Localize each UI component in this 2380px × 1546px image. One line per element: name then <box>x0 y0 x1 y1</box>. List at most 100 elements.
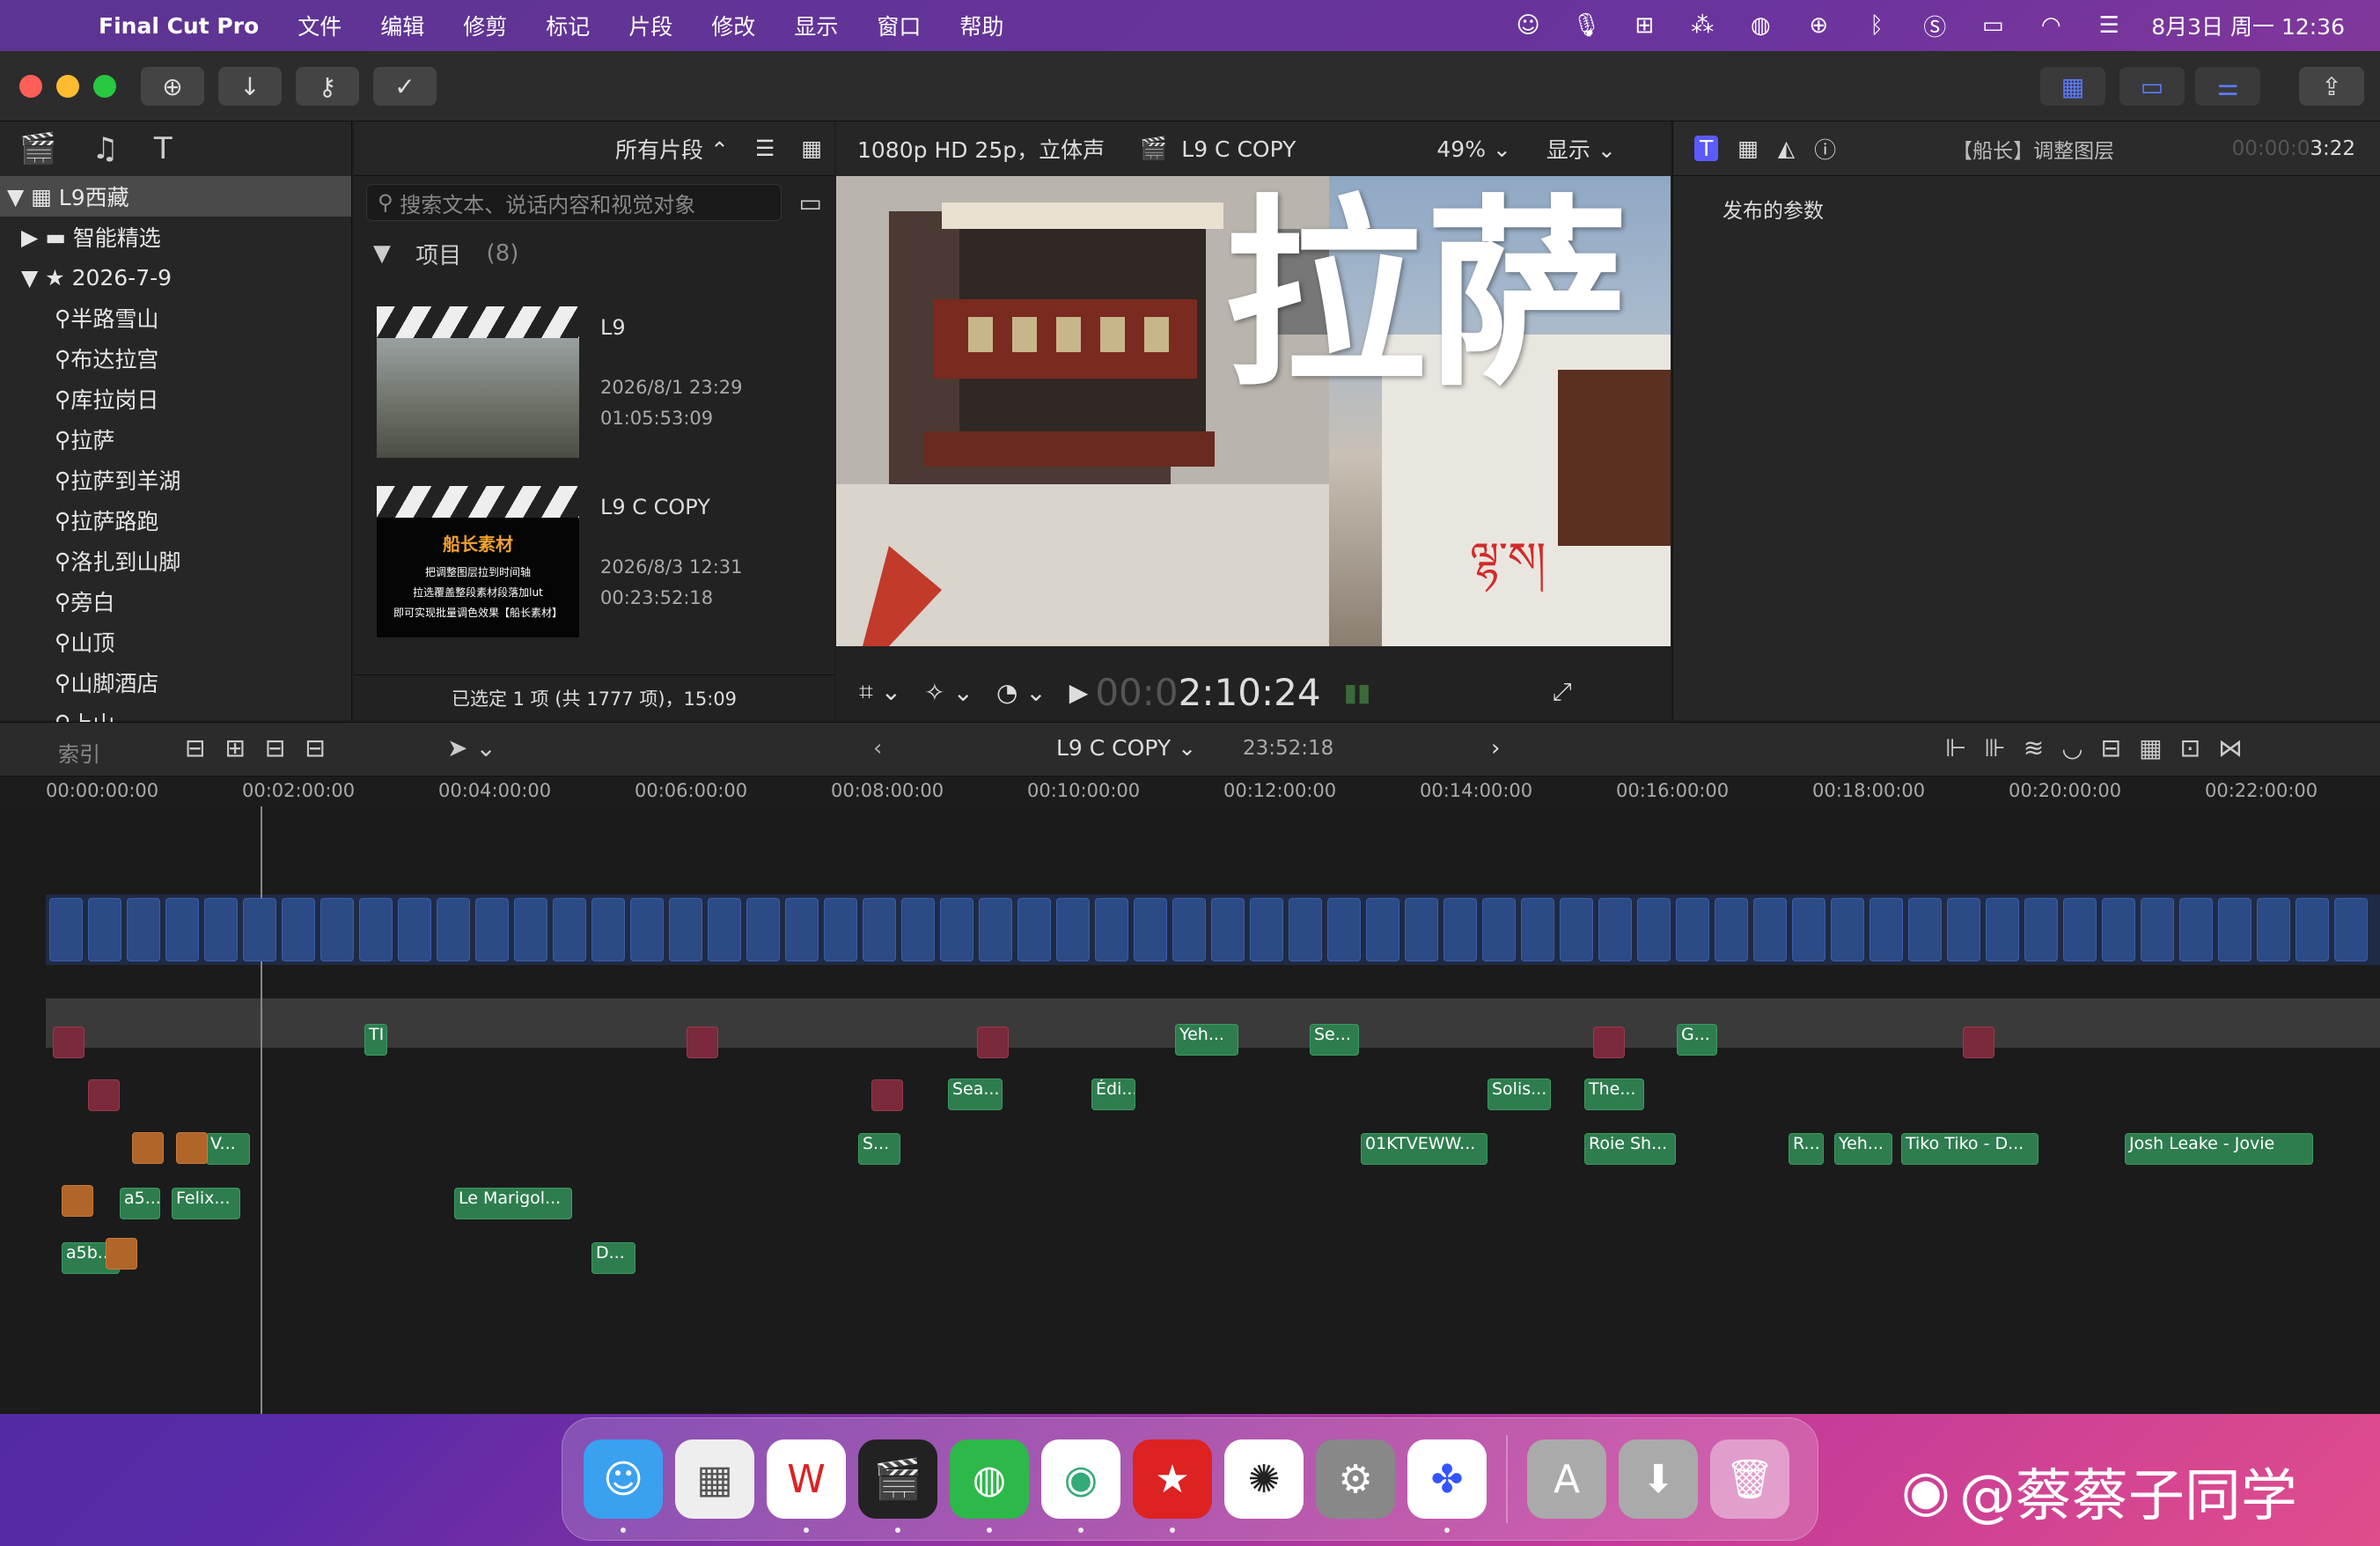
wechat-dock-icon[interactable]: ◍ <box>950 1439 1029 1533</box>
video-clip[interactable] <box>1327 898 1361 961</box>
video-clip[interactable] <box>785 898 819 961</box>
group-icon[interactable]: ⁂ <box>1686 12 1718 39</box>
video-clip[interactable] <box>437 898 470 961</box>
fullscreen-icon[interactable]: ⤢ <box>1552 677 1571 707</box>
video-clip[interactable] <box>1831 898 1864 961</box>
disclosure-right-icon[interactable]: ▶ <box>21 225 38 250</box>
finder-icon[interactable]: ☺ <box>584 1439 663 1533</box>
video-clip[interactable] <box>88 898 121 961</box>
video-clip[interactable] <box>282 898 315 961</box>
video-clip[interactable] <box>1366 898 1399 961</box>
video-clip[interactable] <box>1908 898 1942 961</box>
keyword-collection[interactable]: ⚲ 库拉岗日 <box>0 379 351 419</box>
chrome-icon[interactable]: ◉ <box>1041 1439 1120 1533</box>
back-icon[interactable]: ‹ <box>873 735 882 762</box>
menu-trim[interactable]: 修剪 <box>463 10 507 41</box>
project-section-header[interactable]: ▼ 项目 (8) <box>354 229 834 278</box>
video-clip[interactable] <box>1056 898 1090 961</box>
audio-clip[interactable]: TI <box>364 1024 387 1056</box>
audio-clip[interactable]: V... <box>206 1133 250 1165</box>
library-root[interactable]: ▼ ▦ L9西藏 <box>0 176 351 217</box>
libraries-tab-icon[interactable]: 🎬 <box>19 131 56 166</box>
video-clip[interactable] <box>2334 898 2368 961</box>
video-clip[interactable] <box>2102 898 2135 961</box>
disclosure-down-icon[interactable]: ▼ <box>21 265 38 291</box>
wps-icon[interactable]: W <box>767 1439 846 1533</box>
keyword-collection[interactable]: ⚲ 拉萨 <box>0 419 351 460</box>
audio-clip[interactable]: Yeh... <box>1834 1133 1892 1165</box>
video-clip[interactable] <box>1869 898 1903 961</box>
search-field[interactable]: ⚲ 搜索文本、说话内容和视觉对象 <box>366 184 782 221</box>
video-clip[interactable] <box>591 898 625 961</box>
video-clip[interactable] <box>746 898 780 961</box>
video-clip[interactable] <box>1715 898 1748 961</box>
audio-clip[interactable]: a5... <box>120 1188 160 1219</box>
chatgpt-icon[interactable]: ✺ <box>1224 1439 1304 1519</box>
timeline-ruler[interactable]: 00:00:00:00 00:02:00:00 00:04:00:00 00:06:0… <box>0 777 2380 806</box>
system-settings-icon[interactable]: ⚙ <box>1316 1439 1395 1519</box>
video-clip[interactable] <box>979 898 1012 961</box>
title-inspector-icon[interactable]: T <box>1694 136 1719 161</box>
video-frame[interactable]: 拉萨 ལྷ་ས། <box>836 176 1671 646</box>
event-item[interactable]: ▼ ★ 2026-7-9 <box>0 257 351 298</box>
applications-folder-icon[interactable]: A <box>1527 1439 1606 1519</box>
import-icon[interactable]: ⊕ <box>141 67 204 106</box>
video-clip[interactable] <box>2141 898 2174 961</box>
audio-clip[interactable]: Yeh... <box>1175 1024 1238 1056</box>
video-clip[interactable] <box>708 898 741 961</box>
menu-app-name[interactable]: Final Cut Pro <box>99 13 259 39</box>
menu-modify[interactable]: 修改 <box>711 10 755 41</box>
video-clip[interactable] <box>1482 898 1516 961</box>
video-clip[interactable] <box>1560 898 1593 961</box>
emoji-icon[interactable]: ☺ <box>1512 12 1544 39</box>
audio-clip[interactable]: Le Marigol... <box>454 1188 572 1219</box>
timeline-toggle-icon[interactable]: ▭ <box>2119 67 2185 106</box>
menu-help[interactable]: 帮助 <box>959 10 1003 41</box>
project-thumbnail[interactable] <box>377 306 579 458</box>
titles-tab-icon[interactable]: T <box>154 131 173 166</box>
video-clip[interactable] <box>669 898 702 961</box>
inspector-toggle-icon[interactable]: ⚌ <box>2195 67 2260 106</box>
video-clip[interactable] <box>1250 898 1283 961</box>
menubar-clock[interactable]: 8月3日 周一 12:36 <box>2151 10 2345 41</box>
smart-collections[interactable]: ▶ ▬ 智能精选 <box>0 217 351 257</box>
video-clip[interactable] <box>1017 898 1051 961</box>
close-button[interactable] <box>19 75 42 98</box>
edit-buttons-icon[interactable]: ⊟⊞⊟⊟ <box>185 733 345 762</box>
timeline-area[interactable]: Yeh... Se... G... TI Sea... Édi... Solis... The… <box>0 806 2380 1414</box>
video-clip[interactable] <box>1947 898 1980 961</box>
display-dropdown[interactable]: 显示 ⌄ <box>1546 133 1616 165</box>
menu-edit[interactable]: 编辑 <box>380 10 424 41</box>
battery-icon[interactable]: ▭ <box>1977 12 2009 39</box>
video-clip[interactable] <box>1134 898 1167 961</box>
browser-toggle-icon[interactable]: ▦ <box>2040 67 2105 106</box>
audio-clip[interactable]: Se... <box>1310 1024 1359 1056</box>
star-app-icon[interactable]: ★ <box>1133 1439 1212 1533</box>
downloads-folder-icon[interactable]: ⬇ <box>1619 1439 1698 1519</box>
menu-window[interactable]: 窗口 <box>877 10 921 41</box>
keyword-collection[interactable]: ⚲ 拉萨路跑 <box>0 500 351 541</box>
video-clip[interactable] <box>1443 898 1477 961</box>
launchpad-icon[interactable]: ▦ <box>675 1439 754 1519</box>
video-clip[interactable] <box>2218 898 2251 961</box>
play-button[interactable]: ▶ <box>1069 678 1089 707</box>
video-clip[interactable] <box>901 898 935 961</box>
video-inspector-icon[interactable]: ▦ <box>1737 136 1759 161</box>
audio-clip[interactable]: S... <box>858 1133 900 1165</box>
disclosure-down-icon[interactable]: ▼ <box>7 184 24 210</box>
plus-circle-icon[interactable]: ⊕ <box>1803 12 1834 39</box>
menu-file[interactable]: 文件 <box>298 10 342 41</box>
list-view-icon[interactable]: ☰ <box>755 136 775 161</box>
cloud-app-icon[interactable]: ✤ <box>1407 1439 1487 1533</box>
video-clip[interactable] <box>940 898 973 961</box>
info-icon[interactable]: ⓘ <box>1814 133 1836 165</box>
keyword-collection[interactable]: ⚲ 半路雪山 <box>0 298 351 338</box>
timeline-tools-icon[interactable]: ⊩⊪≋◡⊟▦⊡⋈ <box>1945 733 2260 762</box>
audio-clip[interactable]: 01KTVEWW... <box>1361 1133 1488 1165</box>
video-clip[interactable] <box>1211 898 1245 961</box>
minimize-button[interactable] <box>56 75 79 98</box>
video-clip[interactable] <box>1172 898 1206 961</box>
audio-clip[interactable]: Roie Sh... <box>1584 1133 1676 1165</box>
crop-icon[interactable]: ⌗ ⌄ <box>859 677 901 707</box>
video-clip[interactable] <box>1637 898 1671 961</box>
